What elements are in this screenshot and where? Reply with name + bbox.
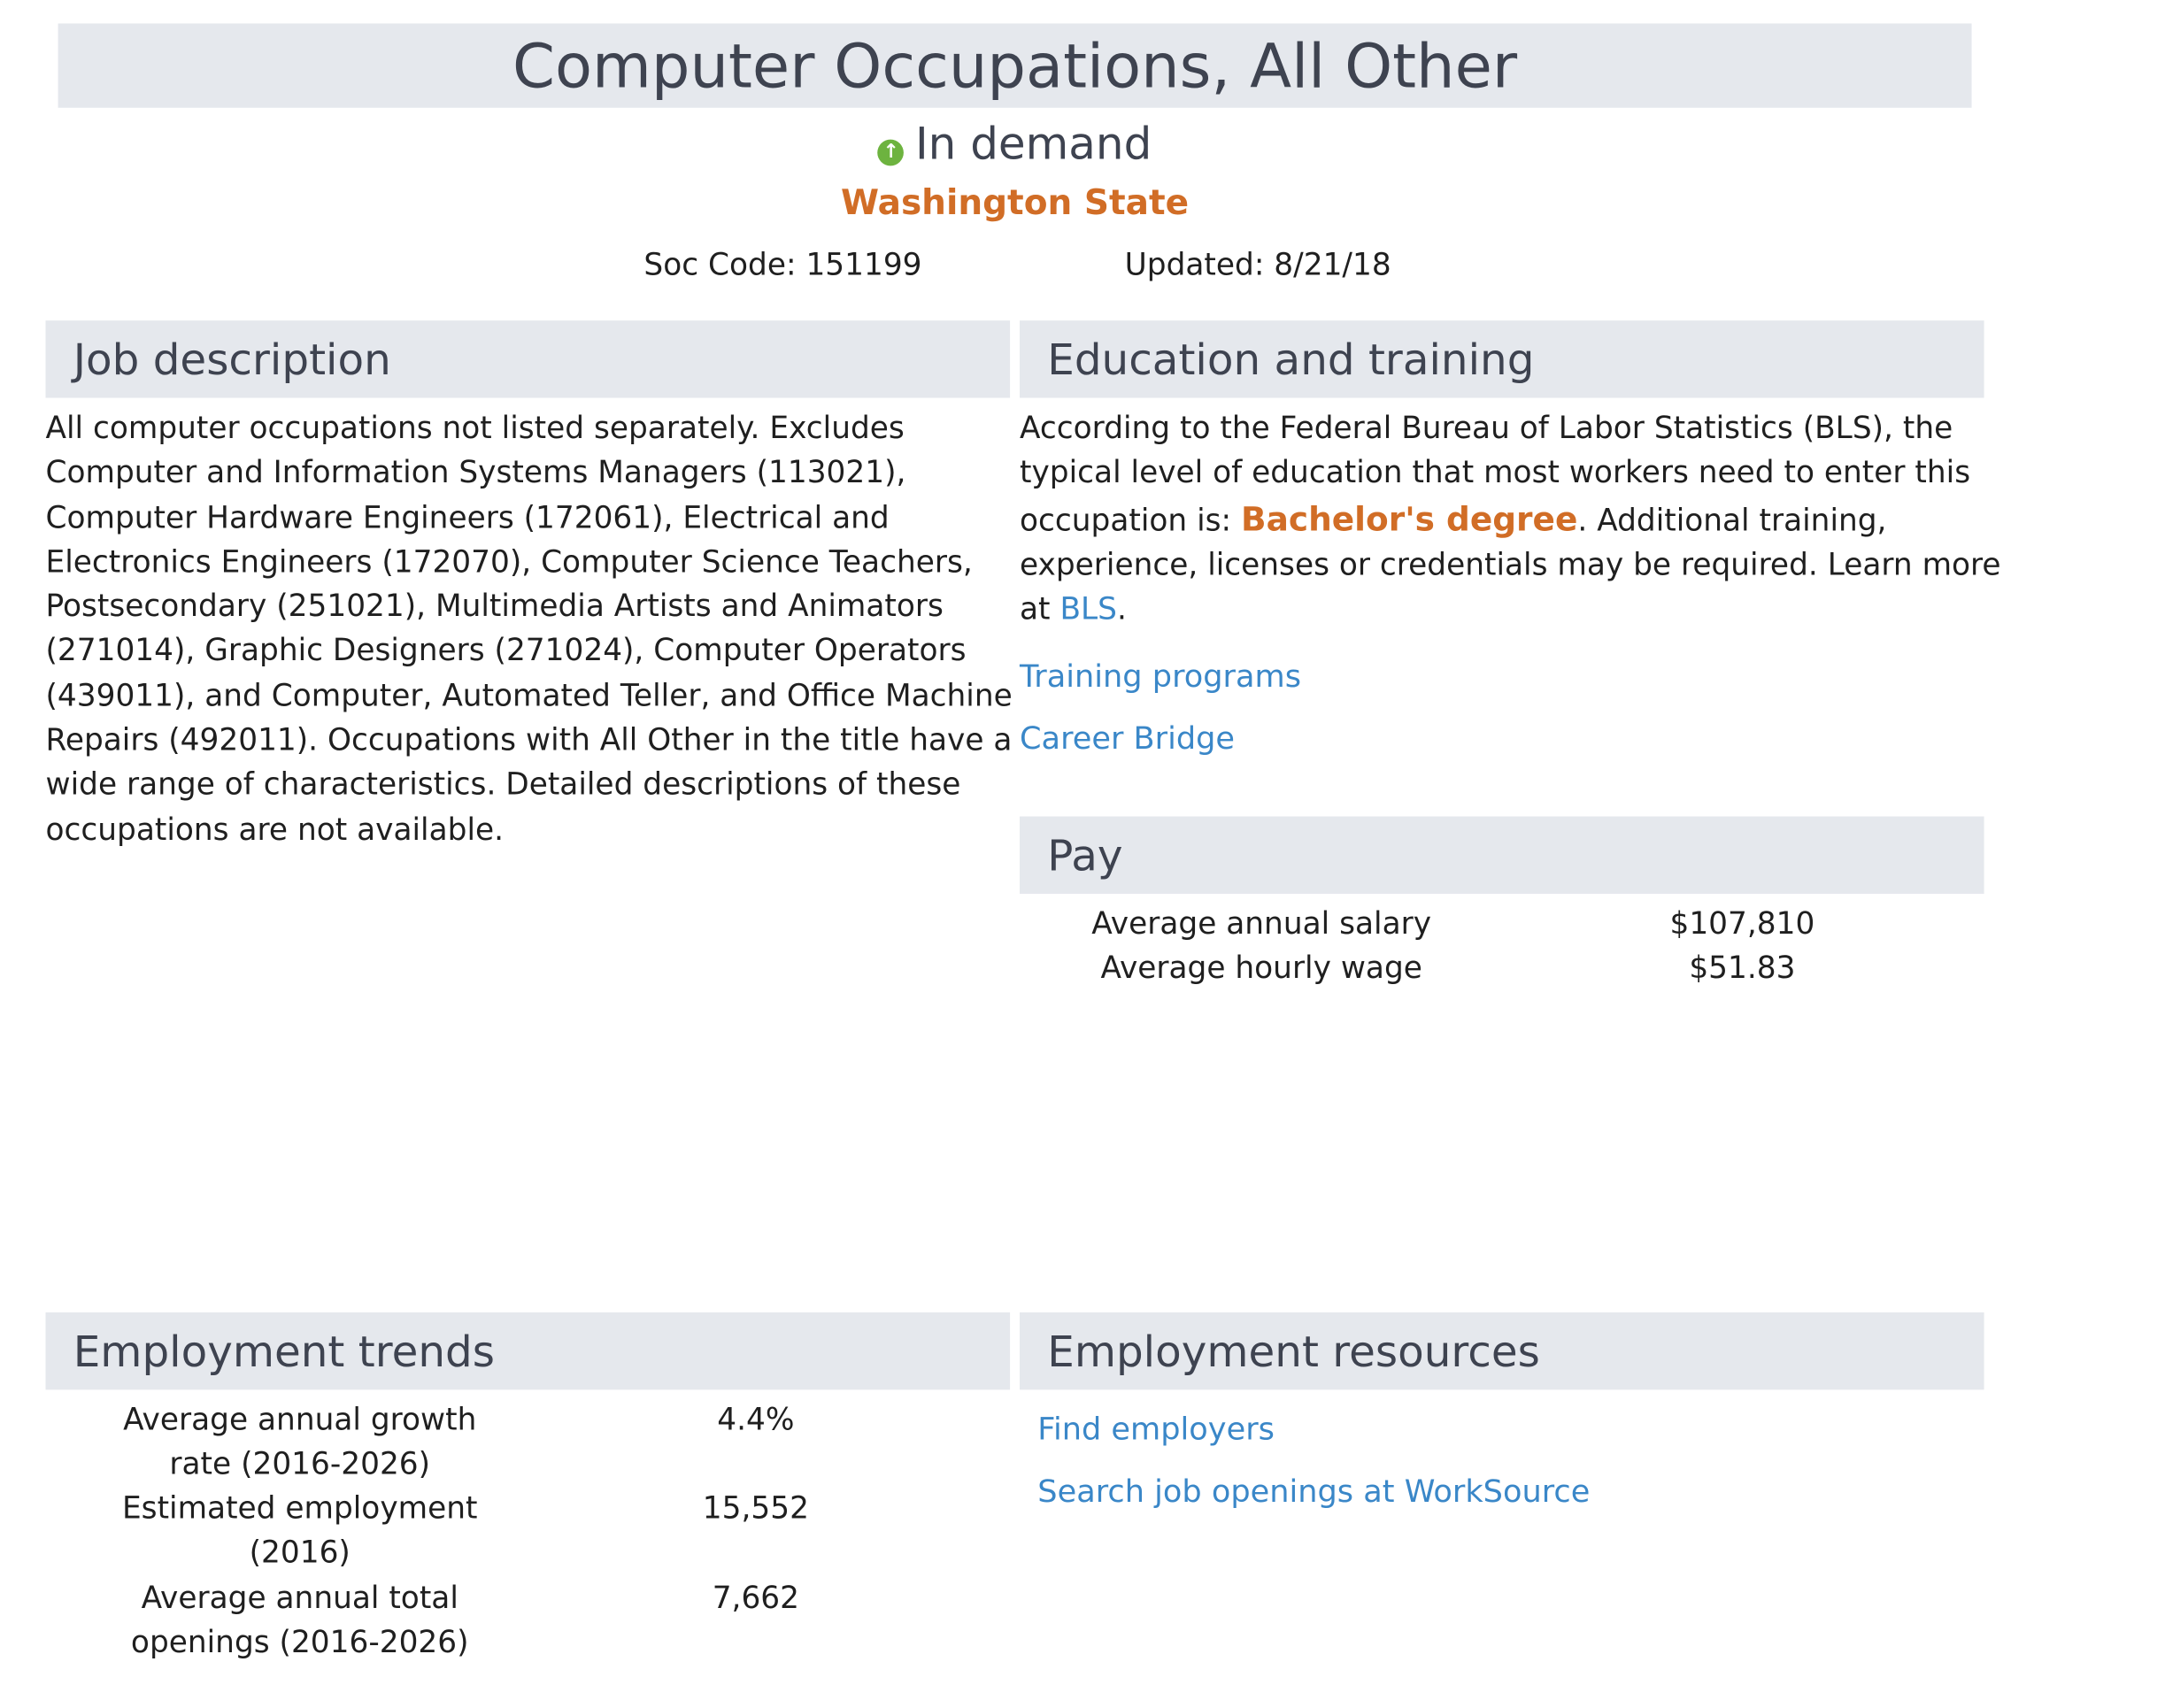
job-description-line: (439011), and Computer, Automated Teller… bbox=[45, 679, 1013, 714]
education-line: experience, licenses or credentials may … bbox=[1020, 548, 2001, 583]
education-text-prefix: at bbox=[1020, 592, 1060, 627]
pay-heading: Pay bbox=[1020, 816, 1984, 894]
pay-value: $107,810 bbox=[1669, 907, 1815, 942]
job-description-line: Computer Hardware Engineers (172061), El… bbox=[45, 501, 890, 536]
job-description-line: Repairs (492011). Occupations with All O… bbox=[45, 724, 1013, 759]
job-description-heading: Job description bbox=[45, 320, 1011, 398]
education-text-suffix: . bbox=[1116, 592, 1127, 627]
pay-value: $51.83 bbox=[1689, 951, 1796, 987]
education-text-suffix: . Additional training, bbox=[1577, 504, 1887, 539]
find-employers-link[interactable]: Find employers bbox=[1037, 1409, 1275, 1450]
trend-label-line: (2016) bbox=[249, 1535, 351, 1571]
job-description-text: All computer occupations not listed sepa… bbox=[46, 407, 1013, 853]
job-description-line: wide range of characteristics. Detailed … bbox=[45, 768, 961, 804]
job-description-line: Computer and Information Systems Manager… bbox=[45, 456, 906, 491]
state-name: Washington State bbox=[840, 182, 1190, 223]
trend-label: Estimated employment (2016) bbox=[44, 1488, 556, 1576]
employment-trends-heading: Employment trends bbox=[45, 1312, 1011, 1390]
trend-value: 7,662 bbox=[712, 1581, 800, 1617]
education-line: According to the Federal Bureau of Labor… bbox=[1020, 412, 1953, 447]
trend-label-line: rate (2016-2026) bbox=[169, 1447, 431, 1482]
education-text-prefix: occupation is: bbox=[1020, 504, 1242, 539]
demand-status: ↑ In demand bbox=[0, 116, 2030, 171]
bls-link[interactable]: BLS bbox=[1059, 593, 1117, 627]
job-description-line: Electronics Engineers (172070), Computer… bbox=[45, 545, 973, 581]
trend-label-line: Average annual growth bbox=[123, 1403, 477, 1439]
trend-value: 4.4% bbox=[717, 1403, 795, 1439]
pay-label: Average annual salary bbox=[1091, 907, 1432, 942]
search-job-openings-link[interactable]: Search job openings at WorkSource bbox=[1037, 1471, 1590, 1512]
job-description-line: All computer occupations not listed sepa… bbox=[45, 412, 905, 447]
pay-label: Average hourly wage bbox=[1100, 951, 1422, 987]
job-description-line: (271014), Graphic Designers (271024), Co… bbox=[45, 635, 967, 670]
education-text: According to the Federal Bureau of Labor… bbox=[1020, 407, 2015, 633]
page-title: Computer Occupations, All Other bbox=[512, 31, 1518, 103]
degree-level: Bachelor's degree bbox=[1241, 499, 1578, 539]
job-description-line: Postsecondary (251021), Multimedia Artis… bbox=[45, 589, 944, 625]
updated-date: Updated: 8/21/18 bbox=[1124, 248, 1391, 284]
trend-label: Average annual growth rate (2016-2026) bbox=[44, 1399, 556, 1488]
soc-code: Soc Code: 151199 bbox=[643, 248, 922, 284]
trend-label-line: openings (2016-2026) bbox=[130, 1626, 469, 1661]
training-programs-link[interactable]: Training programs bbox=[1020, 656, 1301, 697]
education-line: occupation is: Bachelor's degree. Additi… bbox=[1020, 496, 2015, 544]
title-bar: Computer Occupations, All Other bbox=[58, 23, 1972, 108]
education-line: at BLS. bbox=[1020, 589, 2015, 633]
demand-label: In demand bbox=[914, 117, 1152, 171]
job-description-line: occupations are not available. bbox=[45, 812, 505, 848]
trend-label: Average annual total openings (2016-2026… bbox=[44, 1578, 556, 1666]
trend-label-line: Estimated employment bbox=[121, 1491, 478, 1527]
employment-resources-heading: Employment resources bbox=[1020, 1312, 1984, 1390]
trend-value: 15,552 bbox=[702, 1491, 809, 1527]
education-heading: Education and training bbox=[1020, 320, 1984, 398]
page: Computer Occupations, All Other ↑ In dema… bbox=[0, 0, 2165, 1707]
arrow-up-circle-icon: ↑ bbox=[877, 139, 905, 166]
education-line: typical level of education that most wor… bbox=[1020, 456, 1971, 491]
career-bridge-link[interactable]: Career Bridge bbox=[1020, 719, 1235, 760]
trend-label-line: Average annual total bbox=[141, 1581, 458, 1617]
